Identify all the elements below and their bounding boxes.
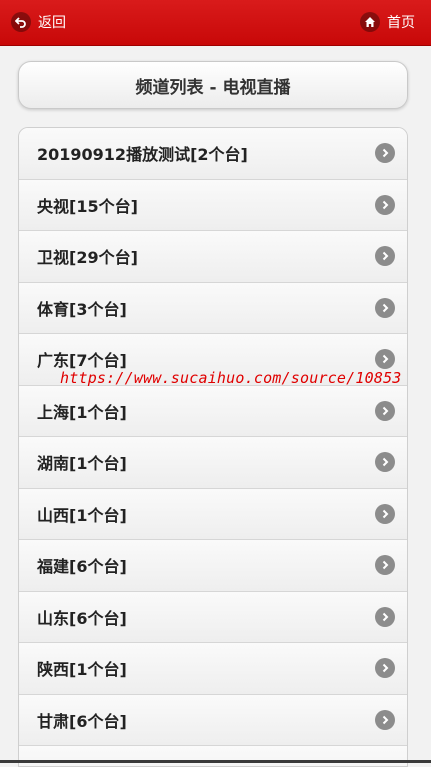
channel-list-item[interactable]: 山西[1个台] [19,488,407,540]
channel-label: 福建[6个台] [37,557,127,577]
chevron-right-icon [375,297,395,318]
home-icon [360,12,380,32]
chevron-right-icon [375,452,395,473]
channel-label: 广东[7个台] [37,351,127,371]
page-title: 频道列表 - 电视直播 [18,61,408,109]
channel-list-item[interactable]: 20190912播放测试[2个台] [19,128,407,180]
back-label: 返回 [38,15,66,31]
channel-list-item[interactable]: 甘肃[6个台] [19,694,407,746]
channel-list-item[interactable]: 卫视[29个台] [19,231,407,283]
channel-label: 上海[1个台] [37,402,127,422]
channel-label: 湖南[1个台] [37,454,127,474]
channel-list: 20190912播放测试[2个台] 央视[15个台] 卫视[29个台] 体育[3个台]… [18,127,408,767]
top-bar: 返回 首页 [0,0,431,46]
chevron-right-icon [375,194,395,215]
channel-label: 陕西[1个台] [37,660,127,680]
chevron-right-icon [375,658,395,679]
channel-list-item[interactable]: 福建[6个台] [19,540,407,592]
home-button[interactable]: 首页 [354,7,417,37]
channel-list-item[interactable]: 湖南[1个台] [19,437,407,489]
channel-label: 央视[15个台] [37,196,138,216]
chevron-right-icon [375,349,395,370]
channel-list-item[interactable]: 体育[3个台] [19,282,407,334]
channel-list-item[interactable]: 广东[7个台] [19,334,407,386]
channel-list-item[interactable]: 央视[15个台] [19,179,407,231]
chevron-right-icon [375,606,395,627]
chevron-right-icon [375,555,395,576]
chevron-right-icon [375,709,395,730]
channel-label: 山西[1个台] [37,505,127,525]
channel-list-item[interactable] [19,746,407,766]
channel-list-item[interactable]: 上海[1个台] [19,385,407,437]
channel-label: 卫视[29个台] [37,248,138,268]
chevron-right-icon [375,143,395,164]
channel-label: 甘肃[6个台] [37,711,127,731]
chevron-right-icon [375,246,395,267]
chevron-right-icon [375,503,395,524]
channel-list-item[interactable]: 山东[6个台] [19,591,407,643]
channel-list-item[interactable]: 陕西[1个台] [19,643,407,695]
channel-label: 山东[6个台] [37,608,127,628]
channel-label: 体育[3个台] [37,299,127,319]
chevron-right-icon [375,400,395,421]
back-button[interactable]: 返回 [5,7,76,37]
back-arrow-icon [11,12,31,32]
channel-label: 20190912播放测试[2个台] [37,145,248,165]
home-label: 首页 [387,15,415,31]
